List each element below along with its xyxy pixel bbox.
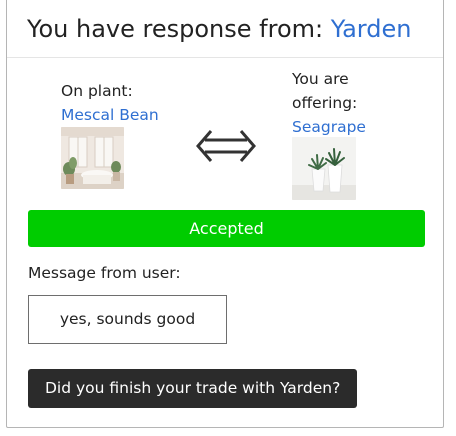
right-plant-name-link[interactable]: Seagrape — [292, 115, 366, 139]
left-plant-name-link[interactable]: Mescal Bean — [61, 103, 159, 127]
offering-label-line1: You are — [292, 70, 349, 88]
offering-label-line2: offering: — [292, 94, 358, 112]
trade-response-card: You have response from: Yarden On plant:… — [6, 0, 444, 428]
swap-arrow-icon — [195, 129, 257, 163]
title-prefix: You have response from: — [27, 15, 331, 43]
right-plant-image[interactable] — [292, 137, 356, 200]
user-message-box: yes, sounds good — [28, 295, 227, 344]
room-with-plants-icon — [61, 127, 124, 189]
user-name-link[interactable]: Yarden — [331, 15, 412, 43]
finish-trade-button[interactable]: Did you finish your trade with Yarden? — [28, 369, 358, 408]
on-plant-label: On plant: — [61, 82, 133, 100]
left-plant-image[interactable] — [61, 127, 124, 189]
message-label: Message from user: — [28, 264, 181, 282]
status-accepted-banner: Accepted — [28, 210, 425, 247]
page-title: You have response from: Yarden — [27, 13, 411, 45]
potted-plants-icon — [292, 137, 356, 200]
header-divider — [7, 57, 443, 58]
